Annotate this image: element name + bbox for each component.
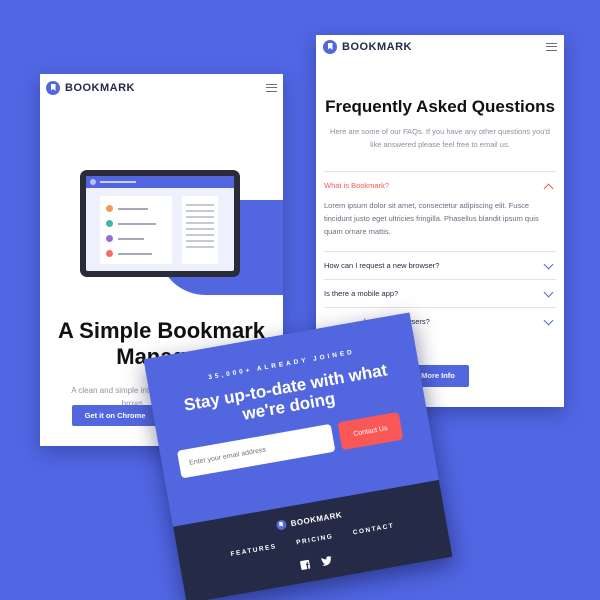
faq-list: What is Bookmark? Lorem ipsum dolor sit …: [316, 171, 564, 335]
faq-item[interactable]: Is there a mobile app?: [324, 279, 556, 307]
hero-illustration: [40, 100, 283, 298]
faq-question: What is Bookmark?: [324, 181, 390, 190]
hamburger-menu-icon[interactable]: [546, 43, 557, 51]
bookmark-logo-icon: [323, 40, 337, 54]
hamburger-menu-icon[interactable]: [266, 84, 277, 92]
footer-brand-name: BOOKMARK: [289, 509, 343, 528]
bookmark-logo-icon: [275, 519, 287, 531]
faq-navbar: BOOKMARK: [316, 35, 564, 59]
hero-navbar: BOOKMARK: [40, 74, 283, 100]
tablet-illustration: [80, 170, 240, 277]
chevron-down-icon[interactable]: [543, 287, 554, 298]
bookmark-logo-icon: [46, 81, 60, 95]
footer-brand-logo[interactable]: BOOKMARK: [275, 509, 343, 531]
faq-question: How can I request a new browser?: [324, 261, 440, 270]
footer-link-features[interactable]: FEATURES: [230, 543, 277, 558]
footer-link-pricing[interactable]: PRICING: [296, 533, 334, 546]
contact-us-button[interactable]: Contact Us: [337, 411, 404, 451]
brand-name: BOOKMARK: [65, 82, 135, 94]
email-input[interactable]: [176, 423, 336, 479]
get-chrome-button[interactable]: Get it on Chrome: [72, 405, 158, 426]
chevron-up-icon[interactable]: [543, 183, 554, 194]
newsletter-mobile-card: 35,000+ ALREADY JOINED Stay up-to-date w…: [143, 312, 453, 600]
social-links: [183, 535, 450, 591]
faq-subtitle: Here are some of our FAQs. If you have a…: [330, 127, 550, 149]
faq-title: Frequently Asked Questions: [325, 97, 555, 116]
faq-question: Is there a mobile app?: [324, 289, 399, 298]
chevron-down-icon[interactable]: [543, 259, 554, 270]
facebook-icon[interactable]: [299, 559, 311, 571]
footer-link-contact[interactable]: CONTACT: [352, 522, 394, 536]
twitter-icon[interactable]: [321, 555, 333, 567]
faq-answer: Lorem ipsum dolor sit amet, consectetur …: [324, 201, 539, 236]
faq-item[interactable]: How can I request a new browser?: [324, 251, 556, 279]
brand-name: BOOKMARK: [342, 41, 412, 53]
chevron-down-icon[interactable]: [543, 315, 554, 326]
brand-logo[interactable]: BOOKMARK: [323, 40, 412, 54]
brand-logo[interactable]: BOOKMARK: [46, 81, 135, 95]
faq-item[interactable]: What is Bookmark?: [324, 171, 556, 199]
